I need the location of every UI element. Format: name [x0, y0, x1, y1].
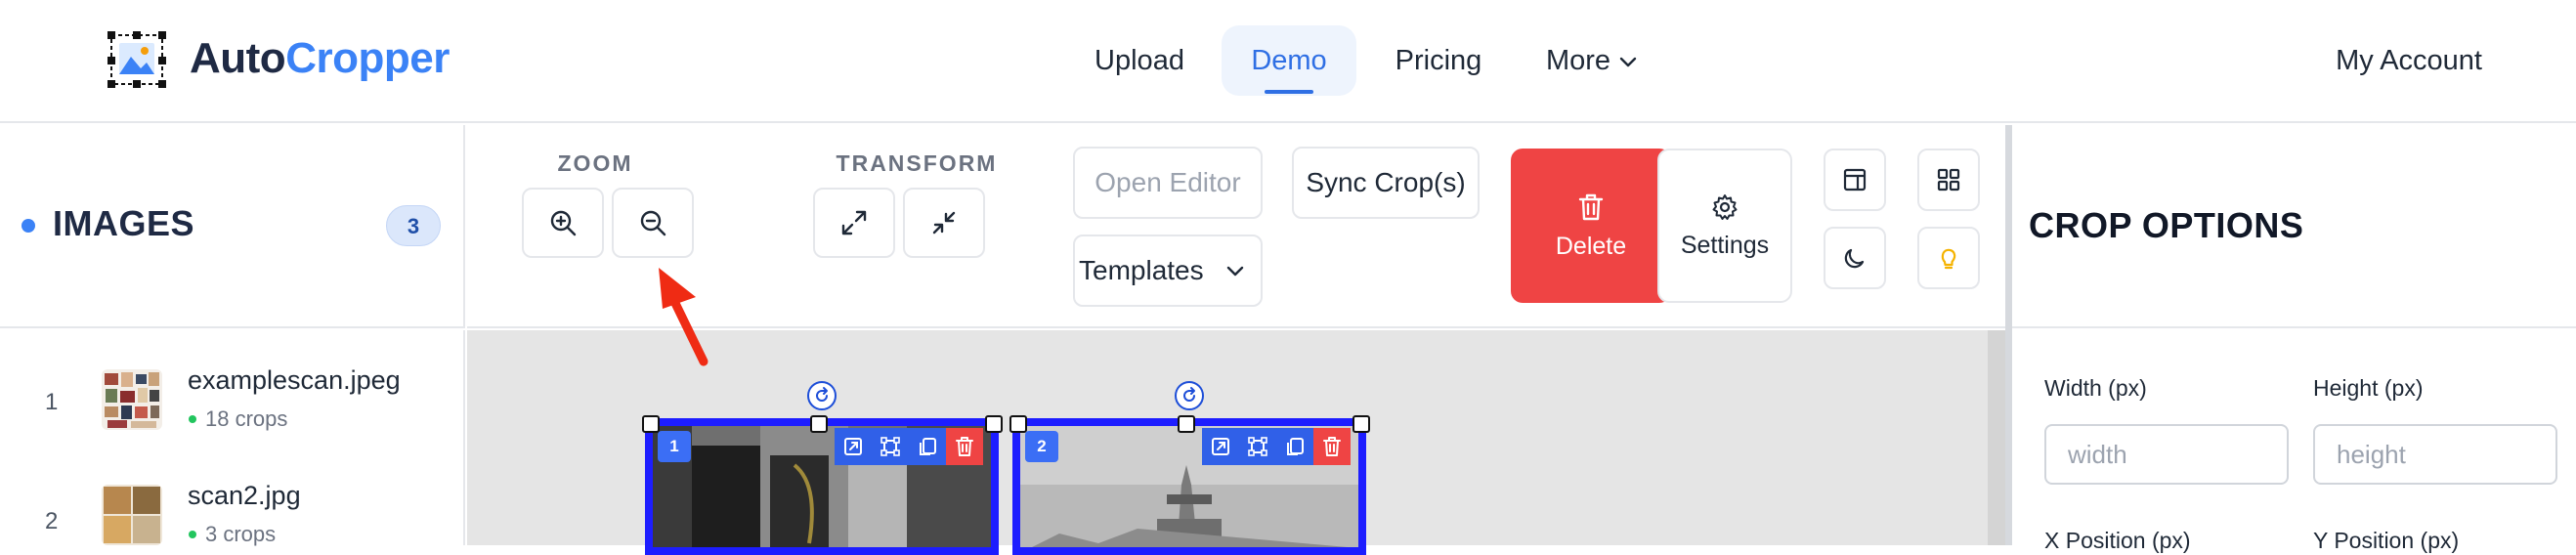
height-label: Height (px) [2313, 375, 2424, 401]
expand-icon [841, 210, 867, 235]
nav-more-label: More [1545, 45, 1611, 76]
image-crop-count: 3 crops [205, 522, 277, 546]
logo-part-cropper: Cropper [285, 34, 450, 82]
resize-handle[interactable] [642, 415, 660, 433]
lightbulb-icon [1941, 248, 1956, 270]
moon-icon [1844, 248, 1865, 269]
annotation-arrow-icon [659, 268, 708, 366]
open-editor-button[interactable]: Open Editor [1073, 147, 1263, 219]
crop-toolbar [1202, 428, 1351, 465]
nav-demo[interactable]: Demo [1222, 25, 1356, 96]
zoom-out-button[interactable] [612, 188, 694, 258]
crop-delete-button[interactable] [1313, 428, 1351, 465]
expand-button[interactable] [813, 188, 895, 258]
nav-pricing[interactable]: Pricing [1384, 25, 1493, 96]
sync-crops-button[interactable]: Sync Crop(s) [1292, 147, 1480, 219]
gear-icon [1712, 193, 1738, 220]
image-thumbnail [102, 369, 162, 430]
delete-label: Delete [1555, 232, 1627, 260]
templates-select-value: Templates [1079, 255, 1204, 285]
resize-handle[interactable] [1352, 415, 1370, 433]
crop-frame-icon [1248, 437, 1267, 456]
delete-button[interactable]: Delete [1511, 149, 1671, 303]
image-thumbnail [102, 485, 162, 545]
rotate-icon [1183, 387, 1195, 402]
width-input[interactable] [2044, 424, 2289, 485]
logo-part-auto: Auto [190, 34, 286, 82]
width-label: Width (px) [2044, 375, 2147, 401]
image-list-item[interactable]: 1 examplescan.jpeg 18 crops [0, 330, 465, 438]
grid-view-button[interactable] [1917, 149, 1980, 211]
shrink-icon [932, 211, 956, 235]
resize-handle[interactable] [985, 415, 1003, 433]
image-filename: examplescan.jpeg [188, 365, 401, 395]
layout-toggle-button[interactable] [1824, 149, 1886, 211]
my-account-link[interactable]: My Account [2287, 25, 2482, 96]
nav-upload[interactable]: Upload [1077, 25, 1202, 96]
rotate-handle[interactable] [807, 381, 837, 410]
image-list-item[interactable]: 2 scan2.jpg 3 crops [0, 446, 465, 553]
zoom-out-icon [640, 210, 666, 236]
crop-frame-icon [880, 437, 900, 456]
layout-panel-icon [1843, 168, 1867, 192]
image-index: 2 [45, 508, 59, 534]
logo-icon[interactable] [106, 29, 168, 90]
images-count-badge: 3 [386, 205, 441, 246]
x-position-label: X Position (px) [2044, 528, 2191, 553]
crop-copy-button[interactable] [1276, 428, 1313, 465]
crops-status-dot [189, 531, 196, 538]
zoom-in-icon [550, 210, 577, 236]
settings-label: Settings [1680, 231, 1770, 259]
dark-mode-button[interactable] [1824, 227, 1886, 289]
image-crop-count: 18 crops [205, 406, 288, 431]
image-index: 1 [45, 389, 59, 415]
crop-toolbar [835, 428, 983, 465]
crops-status-dot [189, 415, 196, 423]
trash-icon [1323, 437, 1341, 456]
nav-active-indicator [1265, 90, 1313, 94]
crop-copy-button[interactable] [909, 428, 946, 465]
crop-number-badge: 1 [658, 431, 691, 462]
crop-delete-button[interactable] [946, 428, 983, 465]
resize-handle[interactable] [1178, 415, 1195, 433]
open-external-icon [1212, 438, 1229, 455]
top-header: AutoCropper Upload Demo Pricing More My … [0, 0, 2576, 123]
canvas-scrollbar[interactable] [1988, 330, 2005, 545]
trash-icon [956, 437, 973, 456]
panel-resize-handle[interactable] [2005, 125, 2012, 545]
shrink-button[interactable] [903, 188, 985, 258]
chevron-down-icon [1226, 266, 1244, 277]
open-external-icon [844, 438, 862, 455]
trash-icon [1578, 193, 1604, 220]
crop-options-title: CROP OPTIONS [2029, 205, 2304, 245]
copy-icon [1287, 438, 1304, 455]
chevron-down-icon [1619, 58, 1637, 67]
images-title: IMAGES [53, 203, 195, 243]
transform-label: TRANSFORM [836, 150, 998, 176]
image-list: 1 examplescan.jpeg 18 crops 2 scan2.jpg … [0, 330, 465, 546]
settings-button[interactable]: Settings [1657, 149, 1792, 303]
rotate-icon [816, 387, 828, 402]
grid-icon [1937, 168, 1960, 192]
copy-icon [920, 438, 936, 455]
zoom-label: ZOOM [557, 150, 633, 176]
nav-more[interactable]: More [1534, 25, 1652, 96]
tips-button[interactable] [1917, 227, 1980, 289]
height-input[interactable] [2313, 424, 2557, 485]
y-position-label: Y Position (px) [2313, 528, 2460, 553]
crop-fit-button[interactable] [872, 428, 909, 465]
zoom-in-button[interactable] [522, 188, 604, 258]
crop-fit-button[interactable] [1239, 428, 1276, 465]
crop-open-button[interactable] [835, 428, 872, 465]
resize-handle[interactable] [810, 415, 828, 433]
resize-handle[interactable] [1009, 415, 1027, 433]
crop-open-button[interactable] [1202, 428, 1239, 465]
image-filename: scan2.jpg [188, 481, 301, 510]
logo-text[interactable]: AutoCropper [190, 31, 450, 86]
templates-select[interactable]: Templates [1073, 235, 1263, 307]
status-dot [21, 219, 35, 233]
rotate-handle[interactable] [1175, 381, 1204, 410]
crop-number-badge: 2 [1025, 431, 1058, 462]
